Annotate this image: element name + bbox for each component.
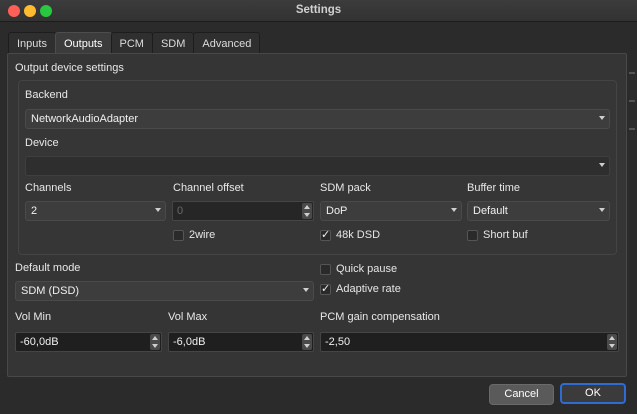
chevron-down-icon <box>599 208 605 212</box>
twowire-label: 2wire <box>189 229 216 241</box>
pcm-gain-spinbox[interactable]: -2,50 <box>320 332 619 352</box>
vol-min-spinbox[interactable]: -60,0dB <box>15 332 162 352</box>
sdm-pack-select[interactable]: DoP <box>320 201 462 221</box>
checkmark-icon <box>320 282 331 295</box>
adaptive-rate-label: Adaptive rate <box>336 283 401 295</box>
tab-advanced[interactable]: Advanced <box>193 32 261 54</box>
device-label: Device <box>25 137 59 149</box>
vol-min-value: -60,0dB <box>20 336 59 348</box>
sdm-pack-label: SDM pack <box>320 182 371 194</box>
buffer-time-label: Buffer time <box>467 182 520 194</box>
pcm-gain-label: PCM gain compensation <box>320 311 440 323</box>
dsd48k-label: 48k DSD <box>336 229 381 241</box>
pcm-gain-value: -2,50 <box>325 336 351 348</box>
vol-max-value: -6,0dB <box>173 336 206 348</box>
channel-offset-spinbox[interactable]: 0 <box>172 201 314 221</box>
default-mode-value: SDM (DSD) <box>21 285 80 297</box>
cancel-button[interactable]: Cancel <box>489 384 554 405</box>
chevron-down-icon <box>451 208 457 212</box>
backend-label: Backend <box>25 89 68 101</box>
tab-outputs[interactable]: Outputs <box>54 32 112 54</box>
checkbox-icon <box>320 263 331 275</box>
dsd48k-checkbox[interactable]: 48k DSD <box>320 228 380 242</box>
channel-offset-value: 0 <box>177 205 184 217</box>
quick-pause-checkbox[interactable]: Quick pause <box>320 262 397 276</box>
default-mode-select[interactable]: SDM (DSD) <box>15 281 314 301</box>
checkbox-icon <box>467 229 478 241</box>
stepper-arrows-icon[interactable] <box>302 203 312 219</box>
short-buf-checkbox[interactable]: Short buf <box>467 228 528 242</box>
quick-pause-label: Quick pause <box>336 263 398 275</box>
chevron-down-icon <box>599 163 605 167</box>
backend-value: NetworkAudioAdapter <box>31 113 139 125</box>
sdm-pack-value: DoP <box>326 205 348 217</box>
tab-pcm[interactable]: PCM <box>110 32 153 54</box>
stepper-arrows-icon[interactable] <box>302 334 312 350</box>
buffer-time-select[interactable]: Default <box>467 201 610 221</box>
vol-max-spinbox[interactable]: -6,0dB <box>168 332 314 352</box>
default-mode-label: Default mode <box>15 262 81 274</box>
window-title: Settings <box>295 4 342 16</box>
backend-select[interactable]: NetworkAudioAdapter <box>25 109 610 129</box>
tab-sdm[interactable]: SDM <box>151 32 195 54</box>
twowire-checkbox[interactable]: 2wire <box>173 228 215 242</box>
checkmark-icon <box>320 228 331 241</box>
chevron-down-icon <box>155 208 161 212</box>
vol-max-label: Vol Max <box>168 311 208 323</box>
title-bar: Settings <box>0 0 637 22</box>
chevron-down-icon <box>303 288 309 292</box>
chevron-down-icon <box>599 116 605 120</box>
output-device-settings-heading: Output device settings <box>15 62 124 74</box>
stepper-arrows-icon[interactable] <box>607 334 617 350</box>
vol-min-label: Vol Min <box>15 311 52 323</box>
scrollbar[interactable] <box>627 66 637 366</box>
channels-value: 2 <box>31 205 38 217</box>
checkbox-icon <box>173 229 184 241</box>
short-buf-label: Short buf <box>483 229 528 241</box>
tab-bar: Inputs Outputs PCM SDM Advanced <box>8 32 261 54</box>
buffer-time-value: Default <box>473 205 508 217</box>
stepper-arrows-icon[interactable] <box>150 334 160 350</box>
ok-button[interactable]: OK <box>560 383 626 404</box>
channels-label: Channels <box>25 182 72 194</box>
tab-inputs[interactable]: Inputs <box>8 32 56 54</box>
device-select[interactable] <box>25 156 610 176</box>
channels-select[interactable]: 2 <box>25 201 166 221</box>
adaptive-rate-checkbox[interactable]: Adaptive rate <box>320 282 401 296</box>
channel-offset-label: Channel offset <box>173 182 244 194</box>
